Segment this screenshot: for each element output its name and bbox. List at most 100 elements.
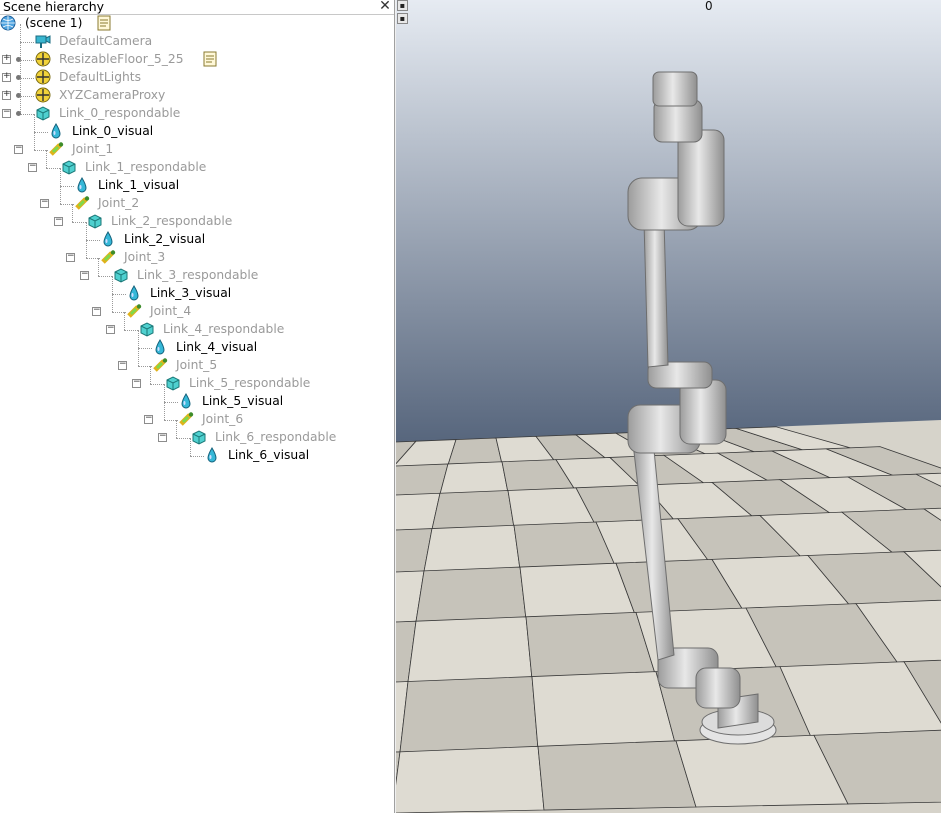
collapse-toggle[interactable]: − — [158, 431, 167, 442]
toggle-glyph: − — [107, 323, 115, 333]
tree-connector — [112, 276, 113, 294]
floor-tile — [431, 490, 515, 530]
floor-tile — [519, 562, 637, 620]
tree-connector — [138, 330, 139, 348]
collapse-toggle[interactable]: − — [92, 306, 101, 316]
expand-toggle[interactable]: + — [2, 54, 11, 64]
collapse-toggle[interactable]: − — [118, 359, 127, 370]
floor-tile — [396, 463, 449, 496]
tree-item[interactable]: Link_4_visual — [0, 330, 394, 357]
tree-item[interactable]: − Link_0_respondable — [0, 96, 394, 123]
tree-connector — [138, 348, 152, 349]
collapse-toggle[interactable]: − — [66, 252, 75, 262]
floor-tile — [399, 676, 539, 753]
tree-connector — [112, 294, 113, 312]
tree-item[interactable]: Link_6_visual — [0, 438, 394, 465]
tree-item[interactable]: − Link_3_respondable — [0, 258, 394, 285]
shape-drop-icon — [152, 339, 170, 356]
collapse-toggle[interactable]: − — [106, 323, 115, 334]
tree-item[interactable]: Link_3_visual — [0, 276, 394, 303]
tree-item[interactable]: − Joint_5 — [0, 348, 394, 375]
expand-toggle[interactable]: + — [2, 90, 11, 100]
tree-item[interactable]: − Link_4_respondable — [0, 312, 394, 339]
tree-item[interactable]: (scene 1) — [0, 15, 394, 33]
tree-connector — [112, 294, 126, 295]
tree-item[interactable]: − Joint_6 — [0, 402, 394, 429]
shape-drop-icon — [126, 285, 144, 302]
tree-connector — [60, 186, 74, 187]
floor-tile — [447, 437, 503, 466]
tree-item[interactable]: Link_5_visual — [0, 384, 394, 411]
collapse-toggle[interactable]: − — [40, 197, 49, 208]
tree-item[interactable]: − Joint_2 — [0, 186, 394, 213]
tree-item[interactable]: − Link_2_respondable — [0, 204, 394, 231]
scroll-up-button[interactable]: ▪ — [397, 0, 408, 11]
tree-connector — [34, 114, 35, 132]
collapse-toggle[interactable]: − — [2, 107, 11, 118]
tree-item-label: Link_4_respondable — [163, 322, 285, 336]
tree-connector — [190, 438, 191, 456]
tree-item[interactable]: − Joint_4 — [0, 294, 394, 321]
collapse-toggle[interactable]: − — [144, 414, 153, 424]
tree-item[interactable]: − Link_6_respondable — [0, 420, 394, 447]
shape-drop-icon — [100, 231, 118, 248]
tree-item-label: Link_5_visual — [202, 394, 284, 408]
collapse-toggle[interactable]: − — [132, 377, 141, 388]
toggle-glyph: − — [3, 107, 11, 117]
tree-connector — [20, 24, 21, 42]
tree-item[interactable]: + DefaultLights — [0, 60, 394, 87]
tree-item[interactable]: − Joint_1 — [0, 132, 394, 159]
tree-item[interactable]: Link_0_visual — [0, 114, 394, 141]
close-icon[interactable]: ✕ — [378, 0, 392, 13]
floor-tile — [525, 611, 657, 680]
toggle-glyph: − — [133, 377, 141, 387]
collapse-toggle[interactable]: − — [54, 216, 63, 226]
tree-item-label: Link_2_respondable — [111, 214, 233, 228]
tree-item-label: Joint_6 — [202, 412, 244, 426]
camera-icon — [34, 33, 52, 50]
joint-icon — [152, 357, 170, 374]
tree-connector — [46, 168, 60, 169]
tree-item[interactable]: DefaultCamera — [0, 24, 394, 51]
panel-header: Scene hierarchy ✕ — [0, 0, 394, 15]
toggle-glyph: − — [159, 431, 167, 441]
collapse-toggle[interactable]: − — [28, 162, 37, 172]
collapse-toggle[interactable]: − — [14, 144, 23, 154]
tree-connector — [98, 258, 99, 276]
tree-item[interactable]: − Joint_3 — [0, 240, 394, 267]
tree-connector — [138, 348, 139, 366]
shape-drop-icon — [48, 123, 66, 140]
model-marker-dot — [16, 111, 21, 116]
floor-tile — [396, 745, 545, 813]
tree-item[interactable]: + XYZCameraProxy — [0, 78, 394, 105]
tree-connector — [72, 204, 73, 222]
expand-toggle[interactable]: + — [2, 72, 11, 82]
toggle-glyph: − — [119, 359, 127, 369]
joint-icon — [48, 141, 66, 158]
script-icon[interactable] — [96, 15, 114, 32]
floor-tile — [407, 616, 533, 683]
tree-item-label: Joint_4 — [150, 304, 192, 318]
tree-item[interactable]: Link_2_visual — [0, 222, 394, 249]
tree-item[interactable]: + ResizableFloor_5_25 — [0, 42, 394, 69]
floor-tile — [415, 566, 527, 623]
cuboid-icon — [138, 321, 156, 338]
tree-connector — [176, 438, 190, 439]
scroll-down-button[interactable]: ▪ — [397, 13, 408, 24]
frame-counter: 0 — [705, 0, 713, 13]
tree-item[interactable]: − Link_5_respondable — [0, 366, 394, 393]
tree-item-label: (scene 1) — [25, 16, 83, 30]
scene-viewport[interactable] — [396, 0, 941, 813]
toggle-glyph: − — [41, 197, 49, 207]
tree-item-label: DefaultLights — [59, 70, 142, 84]
link-3-tube — [643, 219, 669, 368]
3d-scene[interactable] — [396, 0, 941, 813]
script-icon[interactable] — [202, 51, 220, 68]
tree-item-label: Joint_3 — [124, 250, 166, 264]
scene-globe-icon — [0, 15, 18, 32]
joint-5-link — [677, 129, 725, 227]
tree-item-label: Link_4_visual — [176, 340, 258, 354]
cuboid-icon — [112, 267, 130, 284]
collapse-toggle[interactable]: − — [80, 270, 89, 280]
cuboid-icon — [86, 213, 104, 230]
